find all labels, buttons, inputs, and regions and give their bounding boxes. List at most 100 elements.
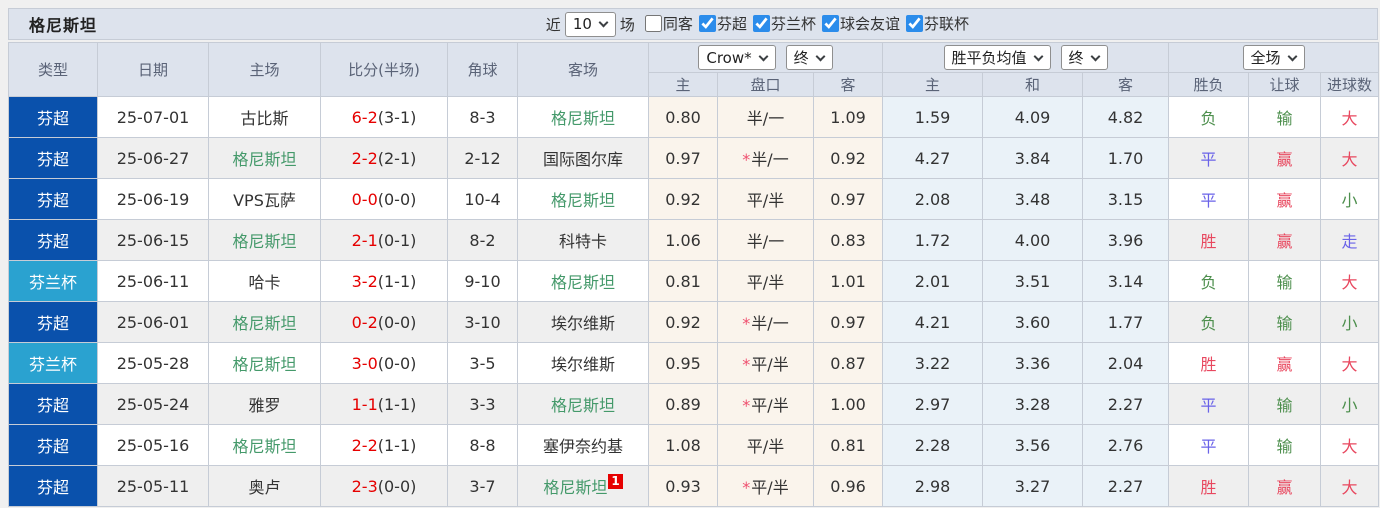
home-team: 古比斯	[208, 96, 321, 138]
eu-odds-draw: 3.27	[982, 465, 1083, 507]
sub-header-odds-home: 主	[648, 72, 718, 97]
match-date: 25-07-01	[97, 96, 209, 138]
corners-cell: 3-5	[447, 342, 518, 384]
handicap-text: 平/半	[746, 273, 785, 292]
away-team-name: 埃尔维斯	[550, 314, 615, 333]
match-history-table: 类型 日期 主场 比分(半场) 角球 客场 Crow* 终 胜平负均值 终 全场…	[8, 42, 1380, 507]
away-team: 塞伊奈约基	[517, 424, 649, 466]
ah-handicap: 平/半	[717, 260, 814, 302]
result-goals: 大	[1320, 465, 1380, 507]
corners-cell: 3-3	[447, 383, 518, 425]
ah-odds-away: 0.81	[813, 424, 883, 466]
away-team-name: 科特卡	[558, 232, 607, 251]
match-date: 25-06-27	[97, 137, 209, 179]
ah-handicap: 平/半	[717, 424, 814, 466]
sub-header-result-wdl: 胜负	[1168, 72, 1250, 97]
recent-count-value: 10	[572, 15, 592, 33]
corners-cell: 8-3	[447, 96, 518, 138]
league-badge: 芬超	[8, 424, 98, 466]
team-stats-widget: 格尼斯坦 近 10 场 同客 芬超 芬兰杯 球会友谊 芬联杯 类型 日期 主场 比分(半…	[8, 8, 1380, 507]
eu-odds-draw: 3.28	[982, 383, 1083, 425]
eu-odds-draw: 3.48	[982, 178, 1083, 220]
away-team: 埃尔维斯	[517, 342, 649, 384]
league-badge: 芬超	[8, 383, 98, 425]
filter-checkbox-2[interactable]	[752, 14, 770, 32]
ah-odds-home: 0.93	[648, 465, 718, 507]
sub-header-result-handicap: 让球	[1248, 72, 1322, 97]
away-team: 国际图尔库	[517, 137, 649, 179]
odds-company-select[interactable]: Crow*	[698, 45, 776, 70]
table-row: 芬兰杯 25-06-11 哈卡 3-2(1-1) 9-10 格尼斯坦 0.81 …	[8, 260, 1380, 302]
filter-checkbox-item[interactable]: 球会友谊	[821, 13, 900, 34]
result-goals: 大	[1320, 424, 1380, 466]
ah-odds-home: 0.92	[648, 178, 718, 220]
odds-time-select[interactable]: 终	[785, 45, 833, 70]
result-wdl: 胜	[1168, 465, 1250, 507]
filter-checkbox-3[interactable]	[821, 14, 839, 32]
filter-checkbox-item[interactable]: 同客	[644, 13, 693, 34]
eu-odds-away: 2.27	[1081, 465, 1170, 507]
recent-count-select[interactable]: 10	[564, 11, 616, 37]
result-handicap: 输	[1248, 301, 1322, 343]
home-team: 格尼斯坦	[208, 219, 321, 261]
sub-header-handicap: 盘口	[717, 72, 814, 97]
filter-checkbox-1[interactable]	[698, 14, 716, 32]
home-team: 雅罗	[208, 383, 321, 425]
handicap-star: *	[742, 396, 751, 415]
league-badge: 芬兰杯	[8, 260, 98, 302]
result-scope-select[interactable]: 全场	[1242, 45, 1305, 70]
halftime-score: (3-1)	[377, 107, 417, 127]
result-goals: 小	[1320, 383, 1380, 425]
away-team-name: 格尼斯坦	[550, 273, 615, 292]
eu-odds-draw: 4.00	[982, 219, 1083, 261]
away-team: 格尼斯坦	[517, 383, 649, 425]
ah-odds-away: 0.92	[813, 137, 883, 179]
ah-odds-home: 1.06	[648, 219, 718, 261]
odds-company-value: Crow*	[706, 48, 752, 67]
europe-time-select[interactable]: 终	[1060, 45, 1108, 70]
odds-group-header: Crow* 终	[648, 42, 883, 73]
filter-checkbox-4[interactable]	[905, 14, 923, 32]
score-cell: 2-3(0-0)	[320, 465, 448, 507]
result-wdl: 平	[1168, 137, 1250, 179]
league-badge: 芬超	[8, 465, 98, 507]
sub-header-eu-away: 客	[1081, 72, 1170, 97]
ah-handicap: *平/半	[717, 383, 814, 425]
halftime-score: (1-1)	[377, 271, 417, 291]
filter-checkbox-0[interactable]	[644, 14, 662, 32]
away-team: 埃尔维斯	[517, 301, 649, 343]
handicap-star: *	[742, 314, 751, 333]
score-cell: 2-2(2-1)	[320, 137, 448, 179]
filter-checkbox-item[interactable]: 芬联杯	[905, 13, 969, 34]
result-wdl: 负	[1168, 301, 1250, 343]
europe-company-select[interactable]: 胜平负均值	[943, 45, 1051, 70]
chevron-down-icon	[1287, 51, 1297, 61]
filter-checkbox-label: 芬超	[716, 14, 747, 33]
result-handicap: 赢	[1248, 342, 1322, 384]
fulltime-score: 3-0	[351, 353, 378, 373]
sub-header-result-goals: 进球数	[1320, 72, 1380, 97]
away-team-name: 格尼斯坦	[550, 109, 615, 128]
col-header-score: 比分(半场)	[320, 42, 448, 97]
eu-odds-draw: 3.60	[982, 301, 1083, 343]
away-team-name: 国际图尔库	[542, 150, 623, 169]
filter-checkbox-item[interactable]: 芬兰杯	[752, 13, 816, 34]
match-date: 25-05-24	[97, 383, 209, 425]
filter-checkbox-label: 芬联杯	[923, 14, 969, 33]
halftime-score: (0-1)	[377, 230, 417, 250]
table-row: 芬超 25-07-01 古比斯 6-2(3-1) 8-3 格尼斯坦 0.80 半…	[8, 96, 1380, 138]
score-cell: 0-0(0-0)	[320, 178, 448, 220]
filter-checkbox-item[interactable]: 芬超	[698, 13, 747, 34]
table-row: 芬超 25-05-11 奥卢 2-3(0-0) 3-7 格尼斯坦 1 0.93 *…	[8, 465, 1380, 507]
recent-suffix-label: 场	[619, 15, 635, 34]
eu-odds-draw: 3.51	[982, 260, 1083, 302]
handicap-text: 平/半	[751, 478, 789, 497]
result-handicap: 赢	[1248, 465, 1322, 507]
handicap-star: *	[742, 478, 751, 497]
result-handicap: 赢	[1248, 219, 1322, 261]
table-row: 芬超 25-05-16 格尼斯坦 2-2(1-1) 8-8 塞伊奈约基 1.08…	[8, 424, 1380, 466]
halftime-score: (1-1)	[377, 394, 417, 414]
col-header-home: 主场	[208, 42, 321, 97]
result-wdl: 负	[1168, 260, 1250, 302]
chevron-down-icon	[1033, 51, 1043, 61]
